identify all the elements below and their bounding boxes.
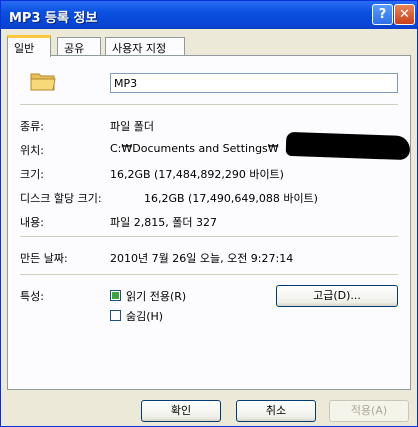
readonly-label[interactable]: 읽기 전용(R) <box>126 288 186 304</box>
redaction-mark <box>285 131 411 161</box>
separator <box>20 104 398 105</box>
cancel-button[interactable]: 취소 <box>236 400 316 422</box>
separator <box>20 274 398 275</box>
type-value: 파일 폴더 <box>110 120 154 133</box>
created-label: 만든 날짜: <box>20 252 68 265</box>
location-value: C:₩Documents and Settings₩ <box>110 142 279 155</box>
ok-button[interactable]: 확인 <box>141 400 221 422</box>
tab-sharing[interactable]: 공유 <box>57 37 101 56</box>
folder-icon <box>30 73 56 91</box>
separator <box>20 236 398 237</box>
created-value: 2010년 7월 26일 오늘, 오전 9:27:14 <box>110 252 294 265</box>
tab-general[interactable]: 일반 <box>7 35 51 57</box>
general-panel: 종류: 파일 폴더 위치: C:₩Documents and Settings₩… <box>7 55 411 390</box>
disk-size-value: 16,2GB (17,490,649,088 바이트) <box>144 192 318 205</box>
properties-dialog: MP3 등록 정보 ? ✕ 일반 공유 사용자 지정 종류: 파일 폴더 위치:… <box>0 0 418 427</box>
size-label: 크기: <box>20 168 44 181</box>
attributes-label: 특성: <box>20 290 44 303</box>
hidden-label[interactable]: 숨김(H) <box>126 308 163 324</box>
window-title: MP3 등록 정보 <box>9 11 98 26</box>
location-label: 위치: <box>20 144 44 157</box>
contents-value: 파일 2,815, 폴더 327 <box>110 216 217 229</box>
readonly-checkbox[interactable] <box>110 290 121 301</box>
disk-size-label: 디스크 할당 크기: <box>20 192 102 205</box>
tab-customize[interactable]: 사용자 지정 <box>105 37 185 56</box>
contents-label: 내용: <box>20 216 44 229</box>
close-icon[interactable]: ✕ <box>394 4 415 25</box>
advanced-button[interactable]: 고급(D)... <box>276 285 398 307</box>
help-icon[interactable]: ? <box>372 4 393 25</box>
size-value: 16,2GB (17,484,892,290 바이트) <box>110 168 284 181</box>
apply-button[interactable]: 적용(A) <box>329 400 409 422</box>
title-bar[interactable]: MP3 등록 정보 ? ✕ <box>1 1 417 29</box>
type-label: 종류: <box>20 120 44 133</box>
hidden-checkbox[interactable] <box>110 310 121 321</box>
folder-name-input[interactable] <box>110 73 398 93</box>
